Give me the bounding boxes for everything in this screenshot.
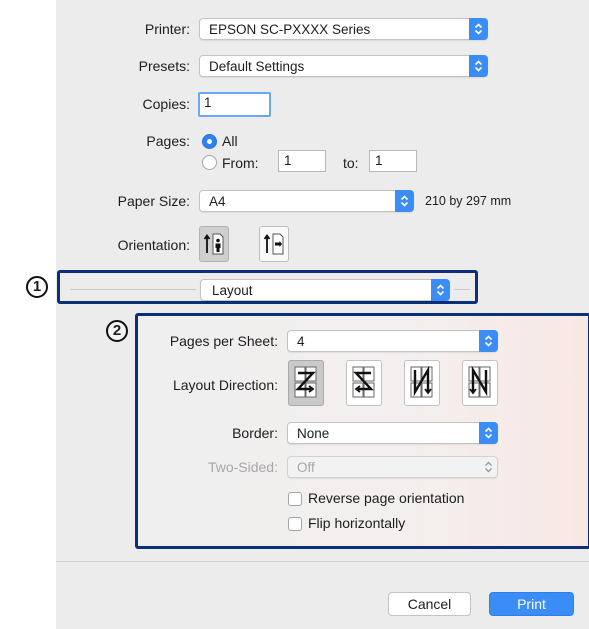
layout-n-icon (410, 365, 433, 398)
landscape-button[interactable] (259, 226, 289, 262)
pages-per-sheet-label: Pages per Sheet: (169, 333, 278, 349)
chevron-updown-icon (469, 55, 488, 77)
orientation-label: Orientation: (117, 237, 190, 253)
pages-to-label: to: (343, 155, 359, 171)
pages-all-label: All (222, 133, 238, 149)
printer-popup[interactable]: EPSON SC-PXXXX Series (199, 18, 488, 40)
divider-right (454, 289, 470, 290)
pages-to-field[interactable]: 1 (369, 150, 417, 172)
two-sided-value: Off (297, 460, 315, 475)
printer-value: EPSON SC-PXXXX Series (209, 22, 371, 37)
reverse-orientation-checkbox[interactable] (288, 492, 302, 506)
divider-left (70, 289, 196, 290)
paper-size-value: A4 (209, 194, 226, 209)
border-popup[interactable]: None (287, 422, 498, 444)
flip-horizontally-checkbox[interactable] (288, 517, 302, 531)
reverse-orientation-label: Reverse page orientation (308, 490, 465, 506)
border-value: None (297, 426, 330, 441)
layout-direction-n-button[interactable] (404, 360, 440, 406)
two-sided-label: Two-Sided: (207, 459, 278, 475)
section-popup[interactable]: Layout (200, 279, 450, 301)
portrait-icon (203, 233, 224, 255)
layout-reverse-z-icon (352, 366, 375, 398)
layout-direction-label: Layout Direction: (172, 377, 278, 393)
chevron-updown-icon (469, 18, 488, 40)
chevron-updown-icon (479, 456, 498, 478)
copies-label: Copies: (142, 96, 190, 112)
landscape-icon (263, 233, 284, 255)
layout-direction-s-button[interactable] (346, 360, 382, 406)
copies-field[interactable]: 1 (198, 92, 271, 117)
bottom-divider (56, 561, 589, 562)
presets-label: Presets: (138, 58, 190, 74)
layout-reverse-n-icon (468, 365, 491, 398)
paper-size-label: Paper Size: (117, 193, 190, 209)
layout-direction-z-button[interactable] (288, 360, 324, 406)
portrait-button[interactable] (199, 226, 229, 262)
pages-label: Pages: (146, 133, 190, 149)
border-label: Border: (232, 425, 278, 441)
presets-value: Default Settings (209, 59, 305, 74)
chevron-updown-icon (479, 422, 498, 444)
pages-from-radio[interactable] (202, 155, 217, 170)
callout-number-two: 2 (106, 320, 128, 342)
paper-dimensions: 210 by 297 mm (425, 194, 512, 208)
chevron-updown-icon (479, 330, 498, 352)
paper-size-popup[interactable]: A4 (199, 190, 414, 212)
presets-popup[interactable]: Default Settings (199, 55, 488, 77)
pages-per-sheet-value: 4 (297, 334, 305, 349)
pages-from-label: From: (222, 155, 259, 171)
pages-per-sheet-popup[interactable]: 4 (287, 330, 498, 352)
callout-number-one: 1 (26, 276, 48, 298)
flip-horizontally-label: Flip horizontally (308, 515, 406, 531)
section-value: Layout (212, 283, 253, 298)
two-sided-popup[interactable]: Off (287, 456, 498, 478)
chevron-updown-icon (395, 190, 414, 212)
layout-direction-reverse-n-button[interactable] (462, 360, 498, 406)
pages-all-radio[interactable] (202, 134, 217, 149)
print-button[interactable]: Print (489, 592, 574, 616)
layout-z-icon (294, 366, 317, 398)
pages-from-field[interactable]: 1 (278, 150, 326, 172)
cancel-button[interactable]: Cancel (388, 592, 471, 616)
printer-label: Printer: (144, 21, 190, 37)
chevron-updown-icon (431, 279, 450, 301)
